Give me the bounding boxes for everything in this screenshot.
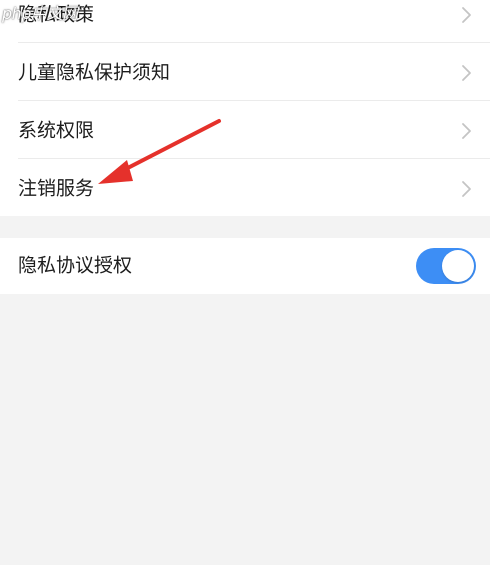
divider [18, 100, 490, 101]
site-watermark: php中文网 [2, 4, 78, 23]
settings-item-system-permissions[interactable]: 系统权限 [0, 102, 490, 159]
divider [18, 158, 490, 159]
chevron-right-icon [462, 6, 471, 23]
settings-item-label: 注销服务 [18, 177, 95, 199]
settings-item-child-privacy[interactable]: 儿童隐私保护须知 [0, 44, 490, 101]
settings-group-authorization: 隐私协议授权 [0, 238, 490, 294]
privacy-authorization-toggle[interactable] [416, 248, 476, 284]
settings-item-label: 系统权限 [18, 119, 95, 141]
chevron-right-icon [462, 122, 471, 139]
settings-item-label: 儿童隐私保护须知 [18, 61, 171, 83]
settings-item-cancel-service[interactable]: 注销服务 [0, 160, 490, 217]
settings-item-privacy-authorization: 隐私协议授权 [0, 238, 490, 294]
chevron-right-icon [462, 64, 471, 81]
chevron-right-icon [462, 180, 471, 197]
settings-item-label: 隐私协议授权 [18, 254, 133, 277]
toggle-knob [442, 250, 474, 282]
divider [18, 42, 490, 43]
settings-group-legal: 隐私政策 儿童隐私保护须知 系统权限 注销服务 [0, 0, 490, 216]
